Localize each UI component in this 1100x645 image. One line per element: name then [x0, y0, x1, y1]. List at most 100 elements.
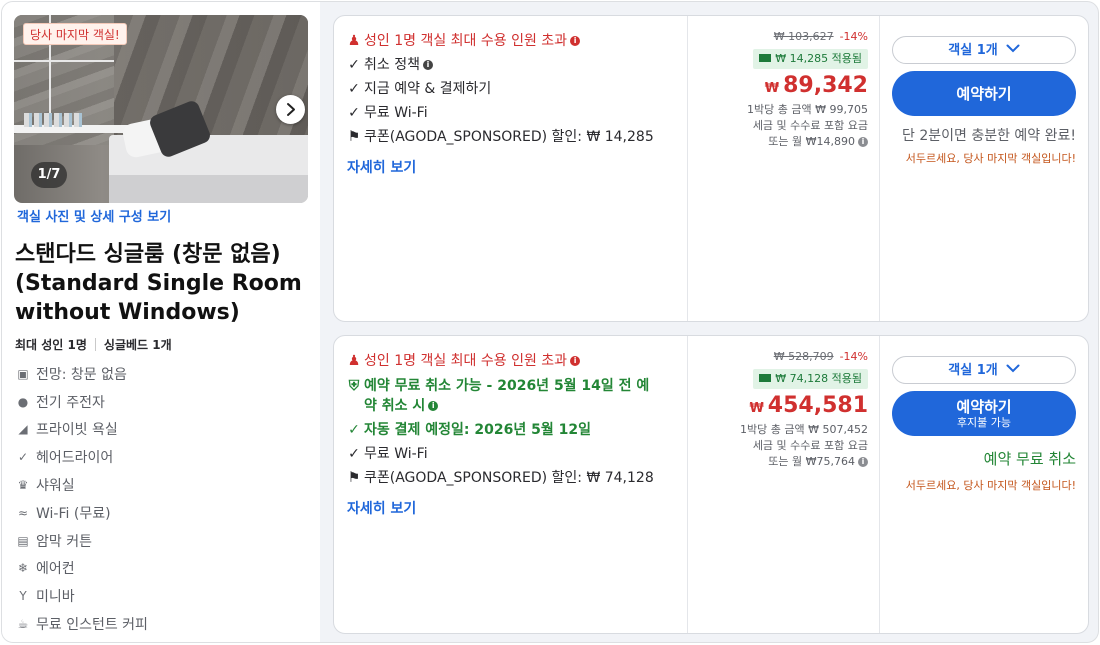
amenity-item: ☕ 무료 인스턴트 커피 [16, 610, 306, 638]
room-count-label: 객실 1개 [948, 43, 998, 58]
last-room-text: 서두르세요, 당사 마지막 객실입니다! [905, 479, 1076, 492]
occupancy-warning-text: 성인 1명 객실 최대 수용 인원 초과 [364, 353, 568, 369]
info-icon[interactable]: i [858, 137, 868, 147]
monthly-text: 또는 월 ₩14,890 [768, 135, 855, 148]
amenity-label: 무료 인스턴트 커피 [36, 617, 148, 634]
coupon-applied-badge: ₩ 14,285 적용됨 [753, 49, 868, 69]
tag-icon: ⚑ [347, 129, 361, 145]
divider [879, 16, 880, 321]
photo-counter: 1/7 [31, 162, 67, 188]
info-icon[interactable]: i [428, 401, 439, 411]
amenity-label: 헤어드라이어 [36, 450, 114, 467]
discount-percent: -14% [839, 30, 868, 43]
check-icon: ✓ [348, 81, 360, 97]
coupon-text: 쿠폰(AGODA_SPONSORED) 할인: ₩ 74,128 [364, 470, 654, 486]
original-price: ₩ 103,627 [773, 30, 834, 43]
details-link[interactable]: 자세히 보기 [347, 498, 677, 518]
shower-icon: ◢ [18, 422, 28, 437]
room-count-select[interactable]: 객실 1개 [892, 356, 1076, 384]
total-per-night: 1박당 총 금액 ₩ 99,705 [747, 103, 868, 116]
room-photos-link[interactable]: 객실 사진 및 상세 구성 보기 [17, 206, 171, 225]
price-block: ₩ 103,627 -14% ₩ 14,285 적용됨 ₩89,342 1박당 총… [690, 28, 868, 150]
amenity-label: Wi-Fi (무료) [36, 505, 111, 522]
original-price-line: ₩ 103,627 -14% [690, 28, 868, 46]
ticket-icon [759, 374, 772, 382]
feature-text: 예약 무료 취소 가능 - 2026년 5월 14일 전 예약 취소 시 [364, 378, 650, 414]
coupon-line: ⚑ 쿠폰(AGODA_SPONSORED) 할인: ₩ 74,128 [347, 466, 677, 490]
urgency-text: 단 2분이면 충분한 예약 완료! [902, 128, 1076, 144]
coupon-applied-badge: ₩ 74,128 적용됨 [753, 369, 868, 389]
person-icon: ♟ [347, 353, 361, 369]
amenity-label: 전망: 창문 없음 [36, 366, 127, 383]
price-value: 89,342 [783, 73, 868, 98]
shower-head-icon: ♛ [17, 478, 29, 493]
info-icon[interactable]: i [858, 457, 868, 467]
amenity-item: ● 전기 주전자 [16, 388, 306, 416]
check-icon: ✓ [348, 57, 360, 73]
occupancy-warning-text: 성인 1명 객실 최대 수용 인원 초과 [364, 33, 568, 49]
info-icon[interactable]: i [570, 36, 581, 46]
coupon-line: ⚑ 쿠폰(AGODA_SPONSORED) 할인: ₩ 14,285 [347, 125, 677, 149]
room-count-select[interactable]: 객실 1개 [892, 36, 1076, 64]
price-value: 454,581 [767, 393, 868, 418]
price-block: ₩ 528,709 -14% ₩ 74,128 적용됨 ₩454,581 1박당 … [690, 348, 868, 470]
check-icon: ✓ [17, 450, 29, 465]
person-icon: ♟ [347, 33, 361, 49]
offer-card: ♟ 성인 1명 객실 최대 수용 인원 초과 i ⛨ 예약 무료 취소 가능 - … [333, 335, 1089, 634]
info-icon[interactable]: i [422, 60, 433, 70]
amenity-label: 암막 커튼 [36, 533, 92, 550]
shield-check-icon: ⛨ [348, 378, 360, 394]
book-button[interactable]: 예약하기 [892, 71, 1076, 116]
divider [687, 16, 688, 321]
chevron-down-icon [1006, 357, 1020, 383]
amenity-item: ♛ 샤워실 [16, 471, 306, 499]
feature-item: ✓ 지금 예약 & 결제하기 [347, 77, 677, 101]
cocktail-icon: Y [19, 589, 27, 604]
offer-card: ♟ 성인 1명 객실 최대 수용 인원 초과 i ✓ 취소 정책 i ✓ 지금 예약… [333, 15, 1089, 322]
book-button[interactable]: 예약하기 후지불 가능 [892, 391, 1076, 436]
amenity-label: 샤워실 [36, 478, 75, 495]
amenity-item: ✓ 헤어드라이어 [16, 443, 306, 471]
photo-next-button[interactable] [276, 95, 305, 124]
tax-note: 세금 및 수수료 포함 요금 [752, 119, 868, 132]
chevron-down-icon [1006, 37, 1020, 63]
room-info-column: 당사 마지막 객실! 1/7 객실 사진 및 상세 구성 보기 스탠다드 싱글룸… [2, 2, 320, 642]
details-link[interactable]: 자세히 보기 [347, 157, 677, 177]
feature-text: 자동 결제 예정일: 2026년 5월 12일 [364, 422, 591, 438]
room-offer-panel: 당사 마지막 객실! 1/7 객실 사진 및 상세 구성 보기 스탠다드 싱글룸… [1, 1, 1099, 643]
divider [94, 338, 96, 351]
current-price: ₩89,342 [690, 73, 868, 102]
amenity-item: ❄ 에어컨 [16, 555, 306, 583]
amenity-label: 미니바 [36, 589, 75, 606]
monthly-price: 또는 월 ₩75,764 i [690, 454, 868, 470]
autopay-item: ✓ 자동 결제 예정일: 2026년 5월 12일 [347, 418, 677, 442]
divider [879, 336, 880, 633]
room-capacity: 최대 성인 1명 싱글베드 1개 [15, 336, 172, 353]
view-icon: ▣ [17, 366, 29, 381]
curtain-icon: ▤ [17, 533, 29, 548]
amenity-label: 전기 주전자 [36, 394, 105, 411]
feature-item: ✓ 취소 정책 i [347, 53, 677, 77]
amenity-item: Y 미니바 [16, 582, 306, 610]
total-per-night: 1박당 총 금액 ₩ 507,452 [740, 423, 868, 436]
max-adults: 최대 성인 1명 [15, 338, 87, 352]
tag-icon: ⚑ [347, 470, 361, 486]
info-icon[interactable]: i [570, 356, 581, 366]
chevron-right-icon [287, 103, 295, 116]
feature-item: ✓ 무료 Wi-Fi [347, 442, 677, 466]
amenity-item: ▤ 암막 커튼 [16, 527, 306, 555]
coupon-applied-text: ₩ 14,285 적용됨 [775, 52, 862, 65]
amenity-label: 프라이빗 욕실 [36, 422, 118, 439]
book-button-label: 예약하기 [956, 398, 1012, 416]
coupon-applied-text: ₩ 74,128 적용됨 [775, 372, 862, 385]
feature-text: 취소 정책 [364, 57, 420, 73]
ticket-icon [759, 54, 772, 62]
book-button-label: 예약하기 [956, 84, 1012, 103]
feature-text: 무료 Wi-Fi [364, 446, 428, 462]
last-room-text: 서두르세요, 당사 마지막 객실입니다! [905, 152, 1076, 165]
feature-item: ✓ 무료 Wi-Fi [347, 101, 677, 125]
currency-symbol: ₩ [749, 401, 764, 416]
free-cancellation-item: ⛨ 예약 무료 취소 가능 - 2026년 5월 14일 전 예약 취소 시i [347, 376, 677, 416]
last-room-badge: 당사 마지막 객실! [23, 23, 127, 45]
check-icon: ✓ [348, 105, 360, 121]
